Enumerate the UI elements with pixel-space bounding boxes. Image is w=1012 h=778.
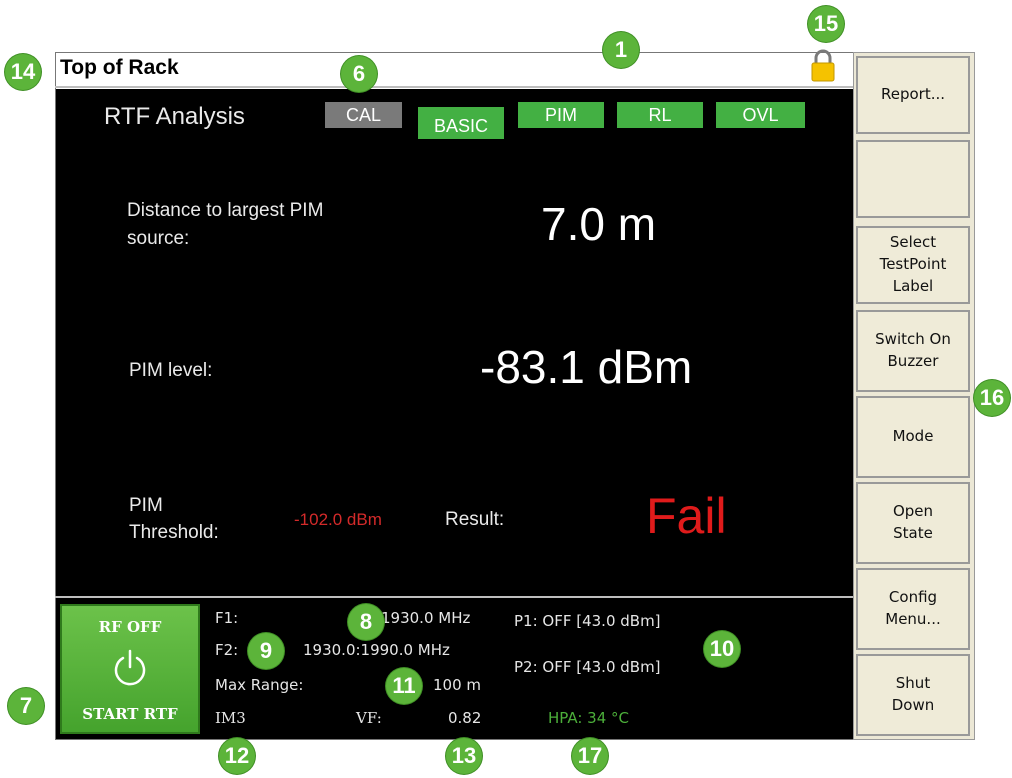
callout-badge: 11 [386, 668, 422, 704]
open-state-button[interactable]: Open State [856, 482, 970, 564]
callout-badge: 17 [572, 738, 608, 774]
p1-status: P1: OFF [43.0 dBm] [514, 612, 661, 630]
tab-basic[interactable]: BASIC [418, 107, 504, 139]
callout-badge: 15 [808, 6, 844, 42]
select-testpoint-button[interactable]: Select TestPoint Label [856, 226, 970, 304]
callout-badge: 16 [974, 380, 1010, 416]
vf-value: 0.82 [448, 709, 482, 727]
empty-softkey[interactable] [856, 140, 970, 218]
rf-start-label: START RTF [82, 705, 178, 723]
f2-value: 1930.0:1990.0 MHz [303, 641, 450, 659]
threshold-label: PIM [129, 495, 163, 516]
hpa-temperature: HPA: 34 °C [548, 709, 630, 727]
callout-badge: 10 [704, 631, 740, 667]
threshold-label: Threshold: [129, 522, 219, 543]
tab-rl[interactable]: RL [617, 102, 703, 128]
result-label: Result: [445, 509, 505, 530]
p2-status: P2: OFF [43.0 dBm] [514, 658, 661, 676]
result-value: Fail [646, 488, 727, 544]
f2-label: F2: [215, 641, 239, 659]
mode-button[interactable]: Mode [856, 396, 970, 478]
callout-badge: 14 [5, 54, 41, 90]
page-title: Top of Rack [60, 56, 179, 79]
callout-badge: 1 [603, 32, 639, 68]
max-range-value: 100 m [433, 676, 482, 694]
threshold-value: -102.0 dBm [294, 510, 382, 529]
report-button[interactable]: Report... [856, 56, 970, 134]
max-range-label: Max Range: [215, 676, 304, 694]
f1-label: F1: [215, 609, 239, 627]
callout-badge: 9 [248, 633, 284, 669]
tab-ovl[interactable]: OVL [716, 102, 805, 128]
callout-badge: 12 [219, 738, 255, 774]
tab-cal[interactable]: CAL [325, 102, 402, 128]
vf-label: VF: [356, 709, 382, 727]
power-icon [112, 648, 148, 692]
divider [55, 596, 853, 598]
distance-label: Distance to largest PIM [127, 200, 324, 221]
lock-icon[interactable] [810, 48, 836, 88]
pim-level-value: -83.1 dBm [480, 341, 693, 393]
buzzer-button[interactable]: Switch On Buzzer [856, 310, 970, 392]
f1-value: 1930.0 MHz [381, 609, 471, 627]
callout-badge: 8 [348, 604, 384, 640]
pim-level-label: PIM level: [129, 360, 213, 381]
divider [55, 86, 853, 88]
tab-pim[interactable]: PIM [518, 102, 604, 128]
rf-status-label: RF OFF [98, 618, 162, 636]
im-order-label: IM3 [215, 709, 246, 727]
analysis-label: RTF Analysis [104, 103, 245, 130]
distance-label: source: [127, 228, 190, 249]
callout-badge: 6 [341, 56, 377, 92]
distance-value: 7.0 m [541, 198, 657, 250]
callout-badge: 13 [446, 738, 482, 774]
callout-badge: 7 [8, 688, 44, 724]
config-menu-button[interactable]: Config Menu... [856, 568, 970, 650]
shutdown-button[interactable]: Shut Down [856, 654, 970, 736]
